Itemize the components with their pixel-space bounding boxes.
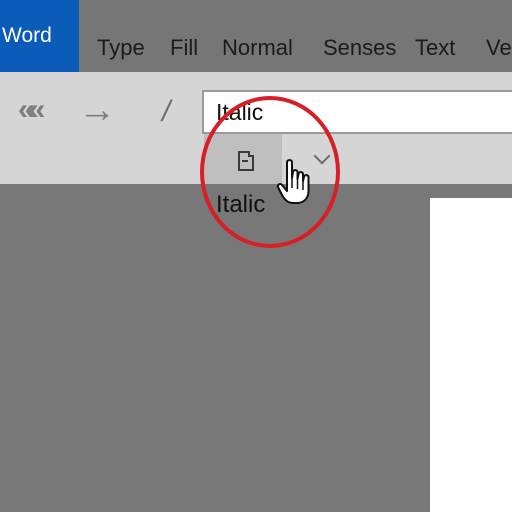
menu-item-type[interactable]: Type <box>97 0 145 72</box>
menu-item-normal[interactable]: Normal <box>222 0 293 72</box>
double-chevron-left-icon[interactable]: «« <box>18 90 45 130</box>
menu-item-senses[interactable]: Senses <box>323 0 396 72</box>
slash-icon[interactable]: / <box>162 92 170 132</box>
app-title-tab[interactable]: Word <box>0 0 79 72</box>
app-window: Word Type Fill Normal Senses Text Ve «« … <box>0 0 512 512</box>
arrow-right-icon[interactable]: → <box>78 90 116 130</box>
menu-item-fill[interactable]: Fill <box>170 0 198 72</box>
italic-style-button[interactable] <box>204 134 282 184</box>
document-page[interactable] <box>430 198 512 512</box>
style-name-input[interactable]: Italic <box>202 90 512 134</box>
ribbon-button-label: Italic <box>216 191 266 218</box>
menu-item-view[interactable]: Ve <box>486 0 512 72</box>
document-icon <box>238 151 254 171</box>
menu-item-text[interactable]: Text <box>415 0 455 72</box>
menu-bar: Word Type Fill Normal Senses Text Ve <box>0 0 512 72</box>
